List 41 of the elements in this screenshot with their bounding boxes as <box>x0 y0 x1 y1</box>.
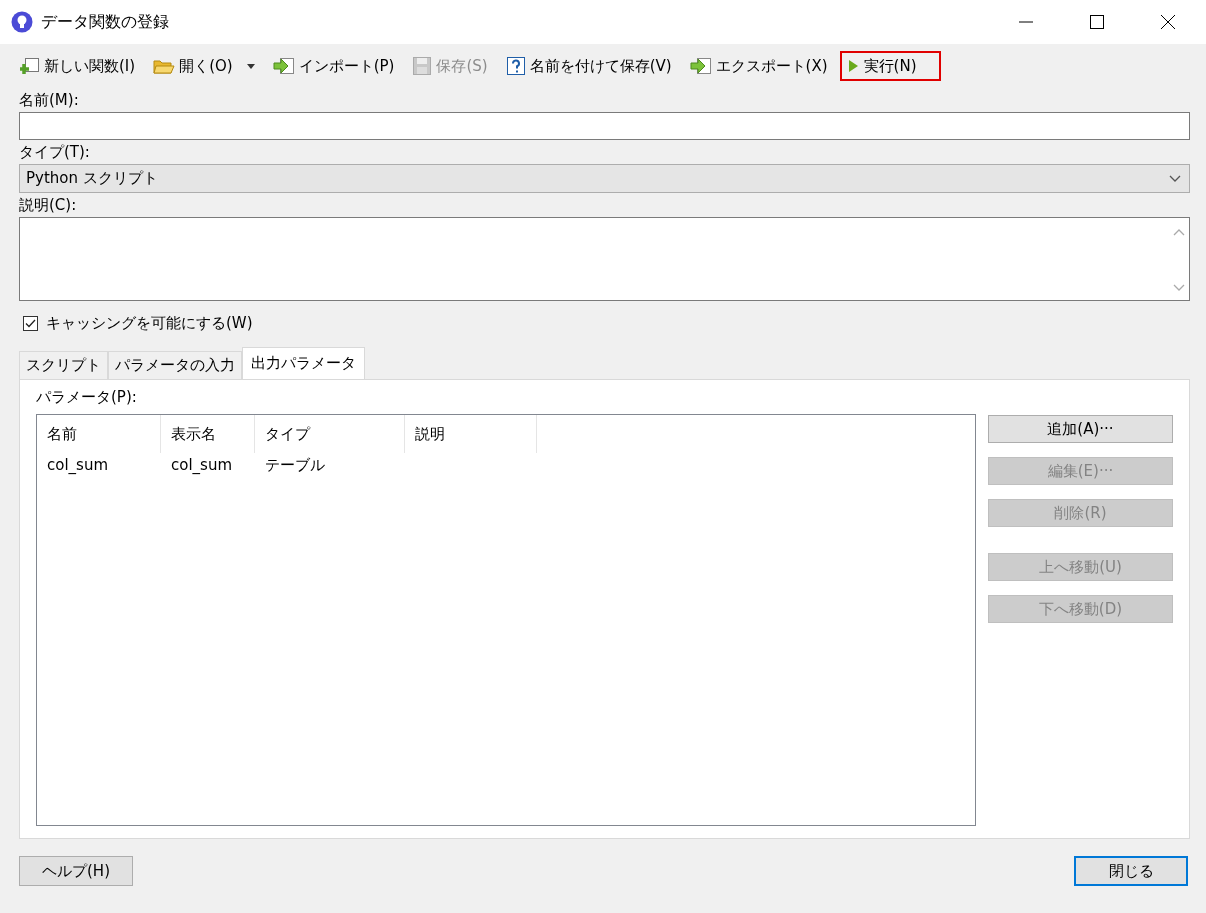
checkbox-label[interactable]: キャッシングを可能にする(W) <box>46 313 253 333</box>
column-header[interactable]: 名前 <box>37 415 161 453</box>
name-field[interactable] <box>19 112 1190 140</box>
table-cell-text: col_sum <box>46 455 110 476</box>
list-row[interactable]: col_sum col_sum テーブル <box>37 453 975 479</box>
chevron-down-icon <box>1169 174 1181 183</box>
checkbox[interactable] <box>23 315 38 331</box>
toolbar-button[interactable]: エクスポート(X) <box>683 51 838 81</box>
chevron-down-icon[interactable] <box>1173 284 1185 292</box>
field-label: タイプ(T): <box>19 142 91 163</box>
toolbar-button[interactable]: 名前を付けて保存(V) <box>499 51 682 81</box>
table-cell-text: col_sum <box>170 455 234 476</box>
column-header[interactable]: 表示名 <box>161 415 255 453</box>
toolbar-button[interactable]: 開く(O) <box>147 51 265 81</box>
floppy-question-icon <box>505 56 526 76</box>
list-label: パラメータ(P): <box>36 388 138 407</box>
description-field[interactable] <box>19 217 1190 301</box>
help-button[interactable]: ヘルプ(H) <box>19 856 133 886</box>
toolbar-button[interactable]: インポート(P) <box>266 51 405 81</box>
field-label: 名前(M): <box>19 90 80 111</box>
tab[interactable]: パラメータの入力 <box>108 351 242 379</box>
chevron-up-icon[interactable] <box>1173 228 1185 236</box>
table-cell-text: テーブル <box>264 455 326 476</box>
toolbar-button[interactable]: 新しい関数(I) <box>14 51 146 81</box>
close-button[interactable]: 閉じる <box>1074 856 1188 886</box>
column-header[interactable]: 説明 <box>405 415 537 453</box>
arrow-right-icon <box>689 56 712 76</box>
tab[interactable]: スクリプト <box>19 351 108 379</box>
toolbar-button[interactable]: 実行(N) <box>839 51 941 81</box>
arrow-right-icon <box>272 56 295 76</box>
window-title: データ関数の登録 <box>41 11 169 33</box>
field-label: 説明(C): <box>19 195 78 216</box>
side-button[interactable]: 追加(A)··· <box>988 415 1173 443</box>
column-header[interactable]: タイプ <box>255 415 405 453</box>
type-dropdown[interactable]: Python スクリプト <box>19 164 1190 193</box>
maximize-icon[interactable] <box>1089 14 1105 30</box>
tab[interactable]: 出力パラメータ <box>242 347 365 379</box>
lightbulb-icon <box>11 11 33 33</box>
caret-icon <box>246 63 255 69</box>
new-document-icon <box>20 56 40 76</box>
close-icon[interactable] <box>1160 14 1176 30</box>
